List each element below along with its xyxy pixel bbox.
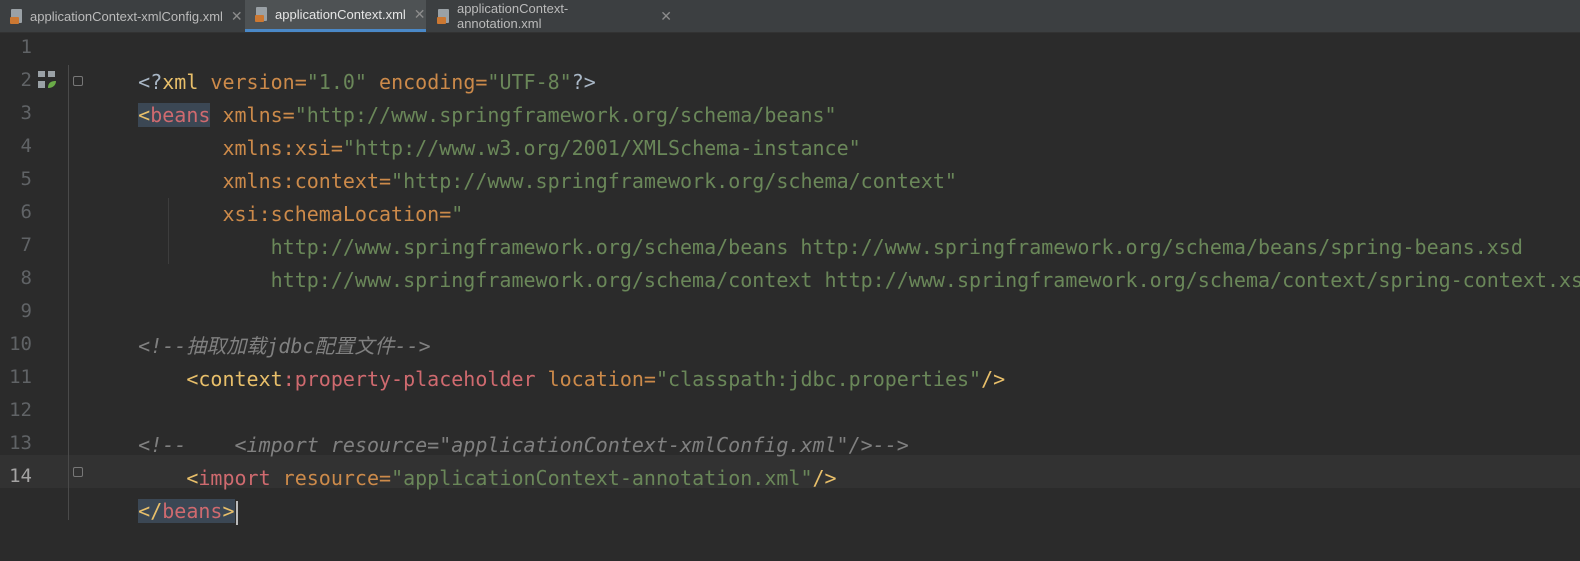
line-number: 9 xyxy=(20,300,32,322)
tab-label: applicationContext.xml xyxy=(275,7,406,22)
editor-tab-bar: applicationContext-xmlConfig.xml ✕ appli… xyxy=(0,0,1580,33)
code-line-4: xmlns:context="http://www.springframewor… xyxy=(222,169,957,193)
close-icon[interactable]: ✕ xyxy=(231,8,243,25)
close-icon[interactable]: ✕ xyxy=(414,6,426,23)
line-number: 6 xyxy=(20,201,32,223)
xml-file-icon xyxy=(255,7,269,22)
code-line-10: <context:property-placeholder location="… xyxy=(186,367,1006,391)
line-number: 13 xyxy=(9,432,32,454)
code-line-14: </beans> xyxy=(90,462,238,525)
code-line-9: <!--抽取加载jdbc配置文件--> xyxy=(138,334,431,358)
code-line-1: <?xml version="1.0" encoding="UTF-8"?> xyxy=(138,70,596,94)
line-number: 7 xyxy=(20,234,32,256)
code-line-6: http://www.springframework.org/schema/be… xyxy=(270,235,1523,259)
matched-tag-highlight: </beans> xyxy=(138,499,235,523)
line-number: 12 xyxy=(9,399,32,421)
fold-icon[interactable] xyxy=(73,467,83,477)
code-line-5: xsi:schemaLocation=" xyxy=(222,202,464,226)
line-number: 3 xyxy=(20,102,32,124)
line-number: 1 xyxy=(20,36,32,58)
fold-icon[interactable] xyxy=(73,76,83,86)
code-line-2: <beans xmlns="http://www.springframework… xyxy=(138,103,837,127)
tab-label: applicationContext-xmlConfig.xml xyxy=(30,8,223,24)
code-line-7: http://www.springframework.org/schema/co… xyxy=(270,268,1580,292)
xml-file-icon xyxy=(437,8,451,24)
line-number: 5 xyxy=(20,168,32,190)
code-line-3: xmlns:xsi="http://www.w3.org/2001/XMLSch… xyxy=(222,136,861,160)
tab-label: applicationContext-annotation.xml xyxy=(456,1,569,31)
line-number: 10 xyxy=(9,333,32,355)
spring-bean-icon[interactable] xyxy=(37,70,57,90)
line-number: 8 xyxy=(20,267,32,289)
xml-file-icon xyxy=(10,8,24,24)
tab-applicationcontext-xmlconfig[interactable]: applicationContext-xmlConfig.xml ✕ xyxy=(0,0,244,32)
close-icon[interactable]: ✕ xyxy=(660,8,672,25)
line-number: 11 xyxy=(9,366,32,388)
line-number: 4 xyxy=(20,135,32,157)
text-caret xyxy=(235,500,238,525)
code-line-12: <!-- <import resource="applicationContex… xyxy=(138,433,909,457)
line-number: 2 xyxy=(20,69,32,91)
code-line-13: <import resource="applicationContext-ann… xyxy=(186,466,837,490)
tab-applicationcontext[interactable]: applicationContext.xml ✕ xyxy=(245,0,426,32)
gutter-divider xyxy=(68,65,69,520)
tab-applicationcontext-annotation[interactable]: applicationContext-annotation.xml ✕ xyxy=(427,0,672,32)
code-editor[interactable]: 1 2 3 4 5 6 7 8 9 10 11 12 13 14 <?xml v… xyxy=(0,33,1580,525)
line-number: 14 xyxy=(9,465,32,487)
